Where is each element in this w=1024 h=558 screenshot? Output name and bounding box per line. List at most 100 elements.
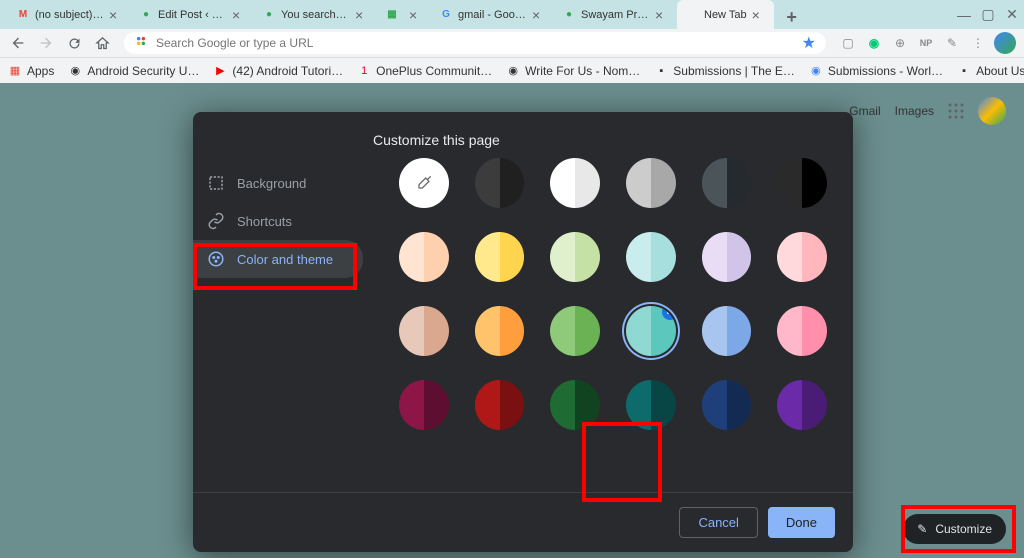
color-swatch[interactable] [626, 380, 676, 430]
profile-avatar[interactable] [994, 32, 1016, 54]
forward-button[interactable] [36, 33, 56, 53]
bookmark-item[interactable]: ◉Submissions - Worl… [809, 64, 943, 78]
color-swatch[interactable] [399, 306, 449, 356]
omnibox[interactable]: ★ [124, 32, 826, 54]
browser-tab[interactable]: ▦× [377, 0, 431, 29]
images-link[interactable]: Images [895, 104, 934, 118]
color-swatch[interactable] [702, 232, 752, 282]
color-swatch[interactable] [702, 306, 752, 356]
color-swatch[interactable] [475, 232, 525, 282]
color-swatch[interactable] [399, 232, 449, 282]
browser-tab[interactable]: ●Swayam Prakasl× [554, 0, 677, 29]
bookmark-label: About Us | The Exp… [976, 64, 1024, 78]
color-swatch[interactable] [550, 232, 600, 282]
omnibox-input[interactable] [156, 36, 794, 50]
extension-icon-4[interactable]: NP [916, 33, 936, 53]
bookmark-item[interactable]: ▪Submissions | The E… [654, 64, 795, 78]
dialog-title: Customize this page [193, 112, 853, 158]
bookmark-favicon: ▪ [957, 64, 971, 78]
color-swatch[interactable] [702, 380, 752, 430]
tab-favicon: ● [262, 8, 276, 22]
color-swatch[interactable] [475, 158, 525, 208]
checkmark-icon: ✓ [662, 306, 676, 320]
sidebar-item-shortcuts[interactable]: Shortcuts [193, 202, 363, 240]
color-swatch[interactable] [702, 158, 752, 208]
sidebar-icon [207, 250, 225, 268]
search-icon [134, 34, 148, 53]
gmail-link[interactable]: Gmail [849, 104, 880, 118]
tab-title: (no subject) - sv [35, 9, 104, 21]
cancel-button[interactable]: Cancel [679, 507, 757, 538]
color-swatch[interactable] [777, 158, 827, 208]
reload-button[interactable] [64, 33, 84, 53]
tab-close-icon[interactable]: × [109, 8, 123, 22]
window-minimize[interactable]: — [952, 0, 976, 29]
browser-tab[interactable]: M(no subject) - sv× [8, 0, 131, 29]
customize-button[interactable]: ✎ Customize [903, 514, 1006, 544]
eyedropper-icon [414, 173, 434, 193]
color-swatch[interactable] [550, 158, 600, 208]
color-swatch[interactable]: ✓ [626, 306, 676, 356]
color-swatch[interactable] [399, 380, 449, 430]
tab-close-icon[interactable]: × [355, 8, 369, 22]
color-swatch[interactable] [777, 380, 827, 430]
color-swatch[interactable] [475, 380, 525, 430]
extension-icon-2[interactable]: ◉ [864, 33, 884, 53]
extension-icon-5[interactable]: ✎ [942, 33, 962, 53]
window-maximize[interactable]: ▢ [976, 0, 1000, 29]
color-swatch[interactable] [777, 232, 827, 282]
back-button[interactable] [8, 33, 28, 53]
color-swatch[interactable] [777, 306, 827, 356]
bookmark-favicon: 1 [357, 64, 371, 78]
tab-close-icon[interactable]: × [232, 8, 246, 22]
browser-tab[interactable]: Ggmail - Google S × [431, 0, 554, 29]
customize-label: Customize [935, 522, 992, 536]
bookmark-item[interactable]: ▪ About Us | The Exp… [957, 64, 1024, 78]
window-close[interactable]: ✕ [1000, 0, 1024, 29]
extension-icon-3[interactable]: ⊕ [890, 33, 910, 53]
sidebar-item-background[interactable]: Background [193, 164, 363, 202]
tab-title: gmail - Google S [458, 9, 527, 21]
sidebar-icon [207, 212, 225, 230]
color-swatch[interactable] [550, 380, 600, 430]
color-swatch[interactable] [399, 158, 449, 208]
tab-close-icon[interactable]: × [655, 8, 669, 22]
browser-tab[interactable]: ●You searched fo× [254, 0, 377, 29]
browser-tab[interactable]: New Tab× [677, 0, 774, 29]
extension-icon-1[interactable]: ▢ [838, 33, 858, 53]
bookmark-favicon: ▶ [213, 64, 227, 78]
sidebar-label: Shortcuts [237, 214, 292, 229]
tab-title: Edit Post ‹ Get D [158, 9, 227, 21]
bookmark-favicon: ◉ [506, 64, 520, 78]
tab-close-icon[interactable]: × [752, 8, 766, 22]
color-swatch[interactable] [626, 232, 676, 282]
tab-favicon [685, 8, 699, 22]
star-icon[interactable]: ★ [802, 33, 816, 53]
menu-icon[interactable]: ⋮ [968, 33, 988, 53]
new-tab-button[interactable]: + [780, 5, 804, 29]
sidebar-item-color-and-theme[interactable]: Color and theme [193, 240, 363, 278]
account-avatar[interactable] [978, 97, 1006, 125]
color-swatch[interactable] [475, 306, 525, 356]
apps-icon[interactable] [948, 103, 964, 119]
bookmark-item[interactable]: ◉ Write For Us - Nom… [506, 64, 640, 78]
bookmark-favicon: ▦ [8, 64, 22, 78]
bookmark-label: Write For Us - Nom… [525, 64, 640, 78]
home-button[interactable] [92, 33, 112, 53]
bookmark-item[interactable]: ◉Android Security U… [68, 64, 199, 78]
tab-close-icon[interactable]: × [532, 8, 546, 22]
bookmark-favicon: ◉ [809, 64, 823, 78]
done-button[interactable]: Done [768, 507, 835, 538]
color-swatch[interactable] [550, 306, 600, 356]
bookmark-item[interactable]: 1OnePlus Communit… [357, 64, 492, 78]
color-swatch[interactable] [626, 158, 676, 208]
sidebar-label: Background [237, 176, 306, 191]
tab-favicon: G [439, 8, 453, 22]
browser-tab[interactable]: ●Edit Post ‹ Get D× [131, 0, 254, 29]
bookmark-favicon: ◉ [68, 64, 82, 78]
customize-dialog: Customize this page Background Shortcuts C… [193, 112, 853, 552]
bookmark-item[interactable]: ▶(42) Android Tutori… [213, 64, 343, 78]
sidebar-label: Color and theme [237, 252, 333, 267]
tab-close-icon[interactable]: × [409, 8, 423, 22]
bookmark-item[interactable]: ▦Apps [8, 64, 54, 78]
